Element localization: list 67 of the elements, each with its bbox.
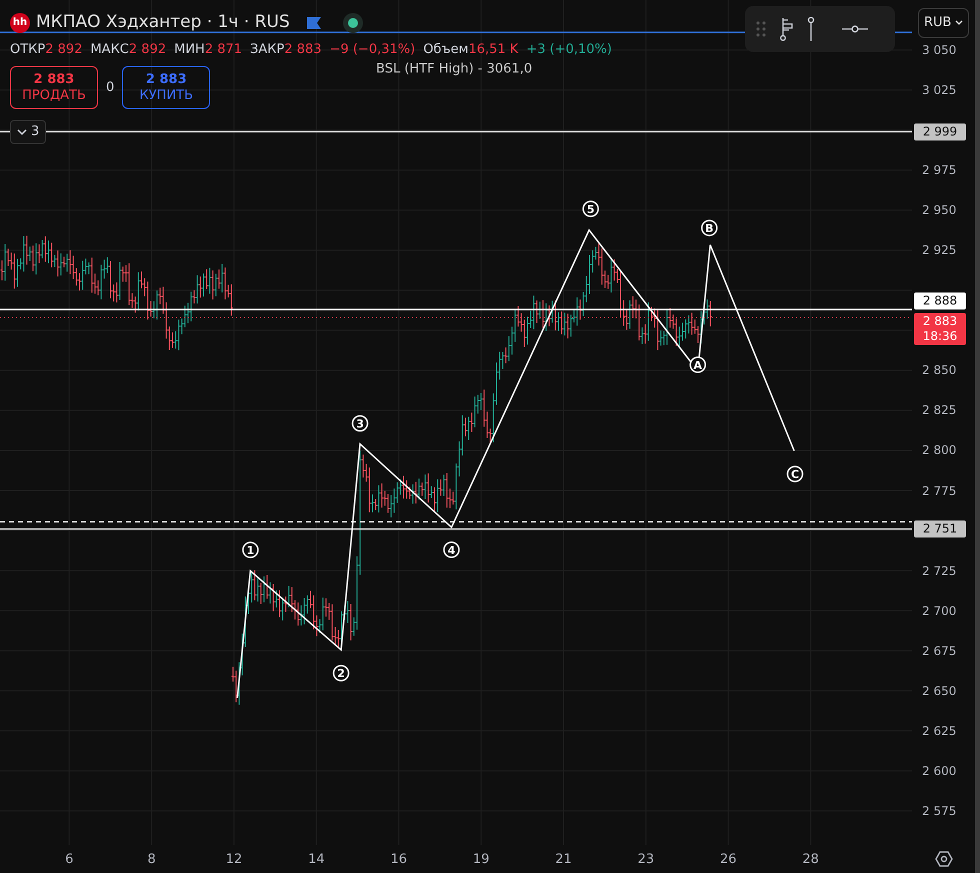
- chevron-down-icon: [17, 128, 27, 136]
- price-scale-label: 3 025: [922, 82, 956, 100]
- anchored-text-icon[interactable]: [779, 17, 795, 41]
- volume-value: 16,51 K: [468, 42, 518, 56]
- wave-label: B: [701, 220, 718, 236]
- time-scale-label: 19: [472, 851, 490, 869]
- price-scale-label: 2 600: [922, 762, 956, 780]
- price-tag: 2 883 18:36: [914, 312, 966, 345]
- wave-label: 4: [443, 542, 460, 558]
- price-scale-label: 2 950: [922, 202, 956, 220]
- time-scale-label: 16: [390, 851, 407, 869]
- sell-button[interactable]: 2 883 ПРОДАТЬ: [10, 66, 98, 109]
- indicators-toggle[interactable]: 3: [10, 120, 46, 144]
- price-scale-label: 2 625: [922, 722, 956, 740]
- price-scale-label: 3 050: [922, 42, 956, 59]
- volume-label: Объем: [423, 42, 468, 56]
- volume-change: +3 (+0,10%): [526, 40, 612, 58]
- wave-label: 5: [582, 200, 599, 218]
- ohlc-value: 2 892: [128, 42, 166, 56]
- price-scale-label: 2 925: [922, 242, 956, 260]
- price-scale-label: 2 725: [922, 562, 956, 580]
- buy-button[interactable]: 2 883 КУПИТЬ: [122, 66, 210, 109]
- time-scale-label: 21: [555, 851, 572, 869]
- time-scale-label: 26: [720, 851, 737, 869]
- price-change: −9 (−0,31%): [330, 40, 416, 58]
- pin-icon[interactable]: [807, 16, 815, 42]
- horizontal-line-icon[interactable]: [841, 24, 869, 34]
- spread-value: 0: [106, 78, 114, 97]
- ohlc-label: МАКС: [90, 42, 129, 56]
- wave-label: C: [786, 466, 804, 482]
- price-scale-label: 2 775: [922, 482, 956, 500]
- ohlc-label: ОТКР: [10, 42, 46, 56]
- price-scale-label: 2 700: [922, 602, 956, 620]
- price-scale-label: 2 650: [922, 682, 956, 700]
- time-scale-label: 6: [65, 851, 74, 869]
- line-label: BSL (HTF High) - 3061,0: [376, 61, 532, 76]
- price-tag: 2 888: [914, 292, 966, 310]
- price-scale-label: 2 975: [922, 162, 956, 180]
- price-tag: 2 751: [914, 520, 966, 538]
- time-scale-label: 8: [147, 851, 156, 869]
- time-scale-label: 14: [308, 851, 325, 869]
- wave-label: 1: [242, 542, 259, 558]
- ohlc-value: 2 892: [45, 42, 82, 56]
- currency-dropdown[interactable]: RUB: [918, 8, 970, 38]
- time-scale-label: 28: [802, 851, 819, 869]
- time-scale-label: 12: [226, 851, 242, 869]
- time-scale-label: 23: [638, 851, 654, 869]
- price-tag: 2 999: [914, 123, 966, 140]
- wave-label: 2: [332, 664, 350, 682]
- status-dot-icon: [342, 12, 364, 34]
- ohlc-value: 2 883: [284, 42, 322, 56]
- price-scale-label: 2 575: [922, 802, 956, 820]
- ohlc-label: ЗАКР: [250, 42, 284, 56]
- wave-label: A: [690, 356, 706, 373]
- price-scale-label: 2 800: [922, 442, 956, 460]
- price-scale-label: 2 675: [922, 642, 956, 660]
- symbol-logo: hh: [10, 12, 30, 33]
- flag-icon[interactable]: [306, 16, 322, 30]
- chevron-down-icon: [955, 20, 964, 26]
- settings-icon[interactable]: [934, 850, 952, 868]
- symbol-title: МКПАО Хэдхантер · 1ч · RUS: [36, 11, 290, 34]
- ohlc-value: 2 871: [204, 42, 242, 56]
- wave-label: 3: [352, 415, 368, 432]
- price-scale-label: 2 850: [922, 362, 956, 380]
- drag-handle-icon[interactable]: [755, 20, 767, 38]
- ohlc-label: МИН: [174, 42, 205, 56]
- price-scale-label: 2 825: [922, 402, 956, 420]
